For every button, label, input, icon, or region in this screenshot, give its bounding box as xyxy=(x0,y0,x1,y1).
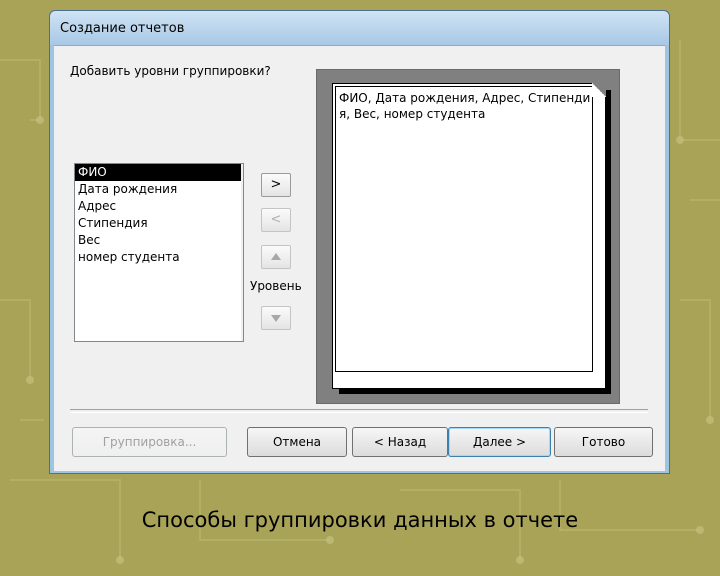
next-button[interactable]: Далее > xyxy=(448,427,551,457)
preview-page: ФИО, Дата рождения, Адрес, Стипендия, Ве… xyxy=(332,83,606,389)
list-item[interactable]: Дата рождения xyxy=(75,181,243,198)
list-item[interactable]: Вес xyxy=(75,232,243,249)
title-bar[interactable]: Создание отчетов xyxy=(50,11,669,45)
remove-level-button[interactable]: < xyxy=(261,208,291,232)
report-wizard-dialog: Создание отчетов Добавить уровни группир… xyxy=(49,10,670,474)
down-arrow-icon xyxy=(271,315,281,322)
back-button[interactable]: < Назад xyxy=(352,427,448,457)
grouping-prompt: Добавить уровни группировки? xyxy=(70,64,271,78)
finish-button[interactable]: Готово xyxy=(554,427,653,457)
grouping-options-button[interactable]: Группировка... xyxy=(72,427,227,457)
dialog-client-area: Добавить уровни группировки? ФИО Дата ро… xyxy=(54,45,665,471)
list-item[interactable]: Адрес xyxy=(75,198,243,215)
list-scroll-edge xyxy=(241,164,243,341)
separator xyxy=(70,409,648,413)
list-item[interactable]: Стипендия xyxy=(75,215,243,232)
priority-down-button[interactable] xyxy=(261,306,291,330)
available-fields-list[interactable]: ФИО Дата рождения Адрес Стипендия Вес но… xyxy=(74,163,244,342)
window-title: Создание отчетов xyxy=(60,21,185,36)
priority-up-button[interactable] xyxy=(261,245,291,269)
slide-caption: Способы группировки данных в отчете xyxy=(141,508,579,532)
list-item[interactable]: ФИО xyxy=(75,164,243,181)
preview-inner-box: ФИО, Дата рождения, Адрес, Стипендия, Ве… xyxy=(335,86,593,372)
level-label: Уровень xyxy=(250,279,302,293)
grouping-preview: ФИО, Дата рождения, Адрес, Стипендия, Ве… xyxy=(316,69,620,404)
add-level-button[interactable]: > xyxy=(261,173,291,197)
cancel-button[interactable]: Отмена xyxy=(247,427,347,457)
page-corner-icon xyxy=(592,83,606,97)
preview-fields-text: ФИО, Дата рождения, Адрес, Стипендия, Ве… xyxy=(339,91,591,121)
list-item[interactable]: номер студента xyxy=(75,249,243,266)
up-arrow-icon xyxy=(271,253,281,260)
